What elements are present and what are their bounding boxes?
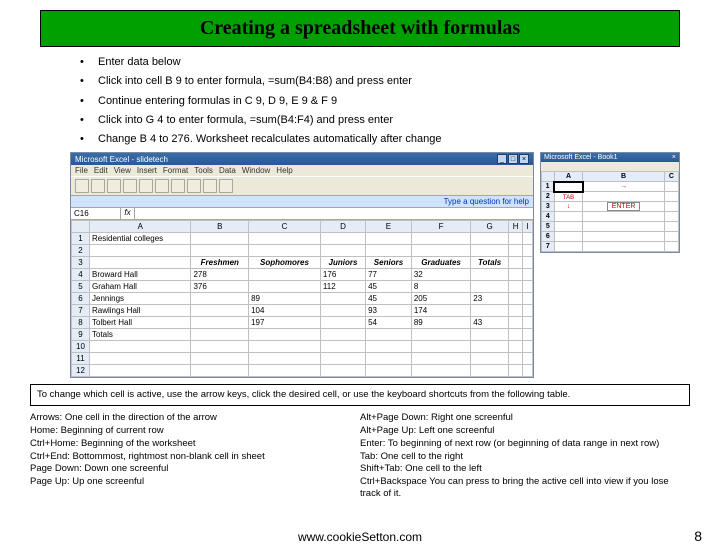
mini-excel-panel: Microsoft Excel - Book1× ABC 1→ 2TAB 3↓E… <box>540 152 680 378</box>
toolbar-icon[interactable] <box>203 179 217 193</box>
shortcut: Ctrl+End: Bottommost, rightmost non-blan… <box>30 451 360 463</box>
slide-title: Creating a spreadsheet with formulas <box>40 10 680 47</box>
toolbar-icon[interactable] <box>219 179 233 193</box>
mini-excel-window: Microsoft Excel - Book1× ABC 1→ 2TAB 3↓E… <box>540 152 680 253</box>
menu-bar[interactable]: FileEditViewInsertFormatToolsDataWindowH… <box>71 165 533 176</box>
shortcuts-left-col: Arrows: One cell in the direction of the… <box>30 412 360 501</box>
bullet: Continue entering formulas in C 9, D 9, … <box>98 94 337 108</box>
bullet: Enter data below <box>98 55 181 69</box>
spreadsheet-grid[interactable]: ABCDEFGHI 1Residential colleges 2 3Fresh… <box>71 220 533 377</box>
toolbar-icon[interactable] <box>171 179 185 193</box>
footer-url: www.cookieSetton.com <box>0 530 720 544</box>
shortcut: Tab: One cell to the right <box>360 451 690 463</box>
formula-input[interactable] <box>135 208 533 219</box>
mini-title: Microsoft Excel - Book1 <box>544 154 618 161</box>
toolbar-icon[interactable] <box>123 179 137 193</box>
window-controls[interactable]: _□× <box>496 154 529 164</box>
toolbar-icon[interactable] <box>187 179 201 193</box>
enter-key-label: ENTER <box>607 202 641 211</box>
mini-close-icon[interactable]: × <box>672 154 676 161</box>
name-box[interactable]: C16 <box>71 208 121 219</box>
screenshot-area: Microsoft Excel - slidetech _□× FileEdit… <box>70 152 680 378</box>
shortcut: Alt+Page Down: Right one screenful <box>360 412 690 424</box>
page-number: 8 <box>694 528 702 544</box>
shortcut: Page Down: Down one screenful <box>30 463 360 475</box>
excel-main-window: Microsoft Excel - slidetech _□× FileEdit… <box>70 152 534 378</box>
toolbar-icon[interactable] <box>155 179 169 193</box>
window-titlebar: Microsoft Excel - slidetech _□× <box>71 153 533 165</box>
toolbar-icon[interactable] <box>139 179 153 193</box>
bullet: Click into G 4 to enter formula, =sum(B4… <box>98 113 393 127</box>
window-title: Microsoft Excel - slidetech <box>75 155 168 164</box>
bullet: Change B 4 to 276. Worksheet recalculate… <box>98 132 441 146</box>
shortcut: Enter: To beginning of next row (or begi… <box>360 438 690 450</box>
arrow-right-icon: → <box>583 182 664 192</box>
shortcut: Alt+Page Up: Left one screenful <box>360 425 690 437</box>
fx-icon[interactable]: fx <box>121 208 135 219</box>
mini-toolbar <box>541 162 679 171</box>
shortcut: Home: Beginning of current row <box>30 425 360 437</box>
toolbar-icon[interactable] <box>91 179 105 193</box>
help-box[interactable]: Type a question for help <box>71 196 533 207</box>
shortcut: Ctrl+Backspace You can press to bring th… <box>360 476 690 500</box>
arrow-down-icon: ↓ <box>554 202 583 212</box>
toolbar-icon[interactable] <box>75 179 89 193</box>
shortcut: Ctrl+Home: Beginning of the worksheet <box>30 438 360 450</box>
shortcut: Page Up: Up one screenful <box>30 476 360 488</box>
shortcuts-table: Arrows: One cell in the direction of the… <box>30 412 690 501</box>
shortcut: Shift+Tab: One cell to the left <box>360 463 690 475</box>
tab-label: TAB <box>563 195 574 201</box>
formula-bar[interactable]: C16 fx <box>71 207 533 220</box>
toolbar[interactable] <box>71 176 533 196</box>
toolbar-icon[interactable] <box>107 179 121 193</box>
bullet: Click into cell B 9 to enter formula, =s… <box>98 74 412 88</box>
bullet-list: •Enter data below •Click into cell B 9 t… <box>80 55 680 146</box>
shortcuts-right-col: Alt+Page Down: Right one screenful Alt+P… <box>360 412 690 501</box>
note-box: To change which cell is active, use the … <box>30 384 690 405</box>
shortcut: Arrows: One cell in the direction of the… <box>30 412 360 424</box>
